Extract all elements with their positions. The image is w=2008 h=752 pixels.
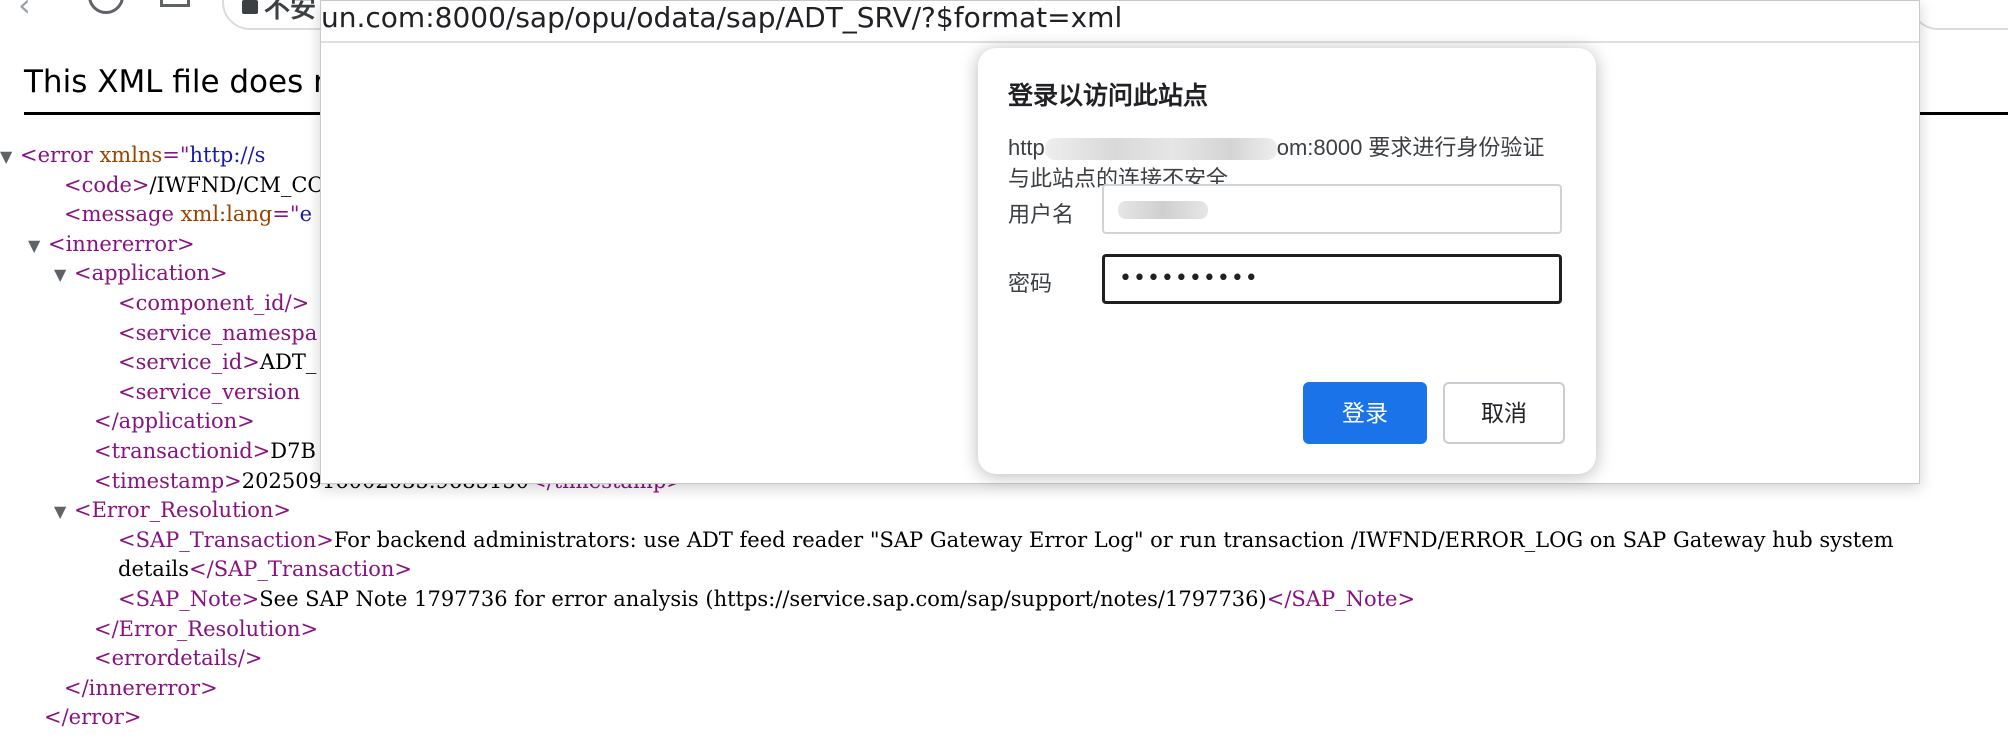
xml-tag: <timestamp> xyxy=(94,468,242,493)
popup-url-divider xyxy=(321,41,1919,43)
security-label: 不安 xyxy=(264,0,317,24)
xml-line: ▼ <Error_Resolution> xyxy=(54,496,291,524)
username-field[interactable] xyxy=(1102,184,1562,234)
xml-tag: <SAP_Transaction> xyxy=(118,527,334,552)
xml-tag: <transactionid> xyxy=(94,439,271,463)
xml-text: /IWFND/CM_COS/ xyxy=(149,172,347,197)
xml-attr-name: xmlns xyxy=(99,143,163,167)
password-label: 密码 xyxy=(1008,271,1053,296)
collapse-triangle-icon[interactable]: ▼ xyxy=(28,232,48,260)
cancel-button[interactable]: 取消 xyxy=(1443,382,1565,444)
xml-line: <message xml:lang="e xyxy=(64,200,312,228)
xml-attr-value: http://s xyxy=(189,143,266,167)
back-arrow-icon[interactable]: ‹ xyxy=(18,0,31,24)
popup-url[interactable]: un.com:8000/sap/opu/odata/sap/ADT_SRV/?$… xyxy=(321,1,1122,39)
xml-line: <service_version xyxy=(118,378,300,406)
xml-line: <SAP_Transaction>For backend administrat… xyxy=(118,526,1894,554)
xml-tag: </application> xyxy=(94,409,255,434)
xml-tag: =" xyxy=(272,202,300,227)
xml-line: </application> xyxy=(94,407,255,435)
apps-icon[interactable] xyxy=(160,0,190,7)
xml-text: D7B xyxy=(270,439,316,463)
redacted-username xyxy=(1118,201,1208,220)
xml-tag: <code> xyxy=(64,172,150,197)
xml-line: <component_id/> xyxy=(118,289,309,317)
password-field[interactable]: •••••••••• xyxy=(1102,254,1562,304)
xml-tag: =" xyxy=(162,143,190,167)
xml-line: <SAP_Note>See SAP Note 1797736 for error… xyxy=(118,585,1415,613)
xml-tag: </Error_Resolution> xyxy=(94,616,319,641)
login-dialog: 登录以访问此站点 http om:8000 要求进行身份验证 与此站点的连接不安全… xyxy=(978,48,1596,474)
xml-line: <service_namespa xyxy=(118,319,317,347)
xml-tag: </SAP_Note> xyxy=(1266,587,1416,611)
xml-line: </error> xyxy=(44,703,141,731)
reload-icon[interactable] xyxy=(88,0,124,14)
xml-line: ▼ <innererror> xyxy=(28,230,195,258)
xml-tag: <service_version xyxy=(118,379,301,404)
xml-tag: <message xyxy=(64,202,181,227)
site-url-suffix: om:8000 要求进行身份验证 xyxy=(1276,135,1545,160)
collapse-triangle-icon[interactable]: ▼ xyxy=(0,143,20,171)
xml-tag: </innererror> xyxy=(64,675,218,700)
xml-tag: <error xyxy=(20,143,100,167)
xml-tag: <Error_Resolution> xyxy=(74,498,292,523)
lock-icon xyxy=(242,0,258,14)
login-button[interactable]: 登录 xyxy=(1303,382,1427,444)
xml-attr-value: e xyxy=(299,202,313,227)
xml-text: See SAP Note 1797736 for error analysis … xyxy=(259,587,1267,611)
xml-line: <service_id>ADT_ xyxy=(118,348,316,376)
xml-tag: <application> xyxy=(74,261,228,286)
xml-attr-name: xml:lang xyxy=(180,202,273,227)
xml-tag: <component_id/> xyxy=(118,291,310,315)
xml-tag: </error> xyxy=(44,705,142,730)
xml-tag: <errordetails/> xyxy=(94,646,263,671)
xml-line: ▼ <application> xyxy=(54,259,228,287)
toolbar-pill[interactable] xyxy=(1910,0,2008,30)
xml-text: details xyxy=(118,557,190,582)
xml-tag: <service_id> xyxy=(118,350,260,375)
xml-line: <transactionid>D7B xyxy=(94,437,316,465)
redacted-host xyxy=(1044,138,1277,161)
username-label: 用户名 xyxy=(1008,202,1075,227)
xml-tag: </SAP_Transaction> xyxy=(189,557,412,582)
collapse-triangle-icon[interactable]: ▼ xyxy=(54,261,74,289)
xml-line: <errordetails/> xyxy=(94,644,263,672)
xml-text: ADT_ xyxy=(259,350,317,375)
xml-line: details</SAP_Transaction> xyxy=(118,555,412,583)
xml-text: For backend administrators: use ADT feed… xyxy=(333,527,1894,552)
collapse-triangle-icon[interactable]: ▼ xyxy=(54,498,74,526)
xml-line: <code>/IWFND/CM_COS/ xyxy=(64,171,346,199)
dialog-title: 登录以访问此站点 xyxy=(1008,82,1209,110)
xml-info-header: This XML file does no xyxy=(24,64,352,100)
site-url-prefix: http xyxy=(1008,135,1045,160)
xml-tag: <service_namespa xyxy=(118,320,318,345)
xml-line: ▼ <error xmlns="http://s xyxy=(0,141,265,169)
xml-line: </Error_Resolution> xyxy=(94,615,318,643)
xml-line: </innererror> xyxy=(64,674,218,702)
xml-tag: <SAP_Note> xyxy=(118,587,260,611)
xml-tag: <innererror> xyxy=(48,231,195,256)
